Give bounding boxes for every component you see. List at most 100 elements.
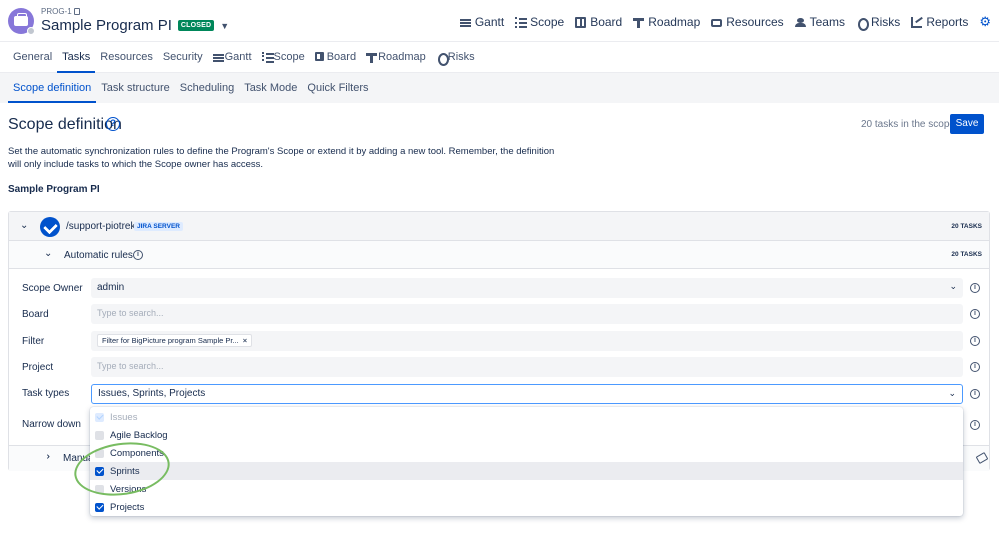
gantt-icon bbox=[459, 17, 471, 28]
task-types-value: Issues, Sprints, Projects bbox=[98, 388, 206, 399]
tab-task-structure[interactable]: Task structure bbox=[96, 73, 174, 103]
help-icon[interactable]: ? bbox=[106, 117, 120, 131]
roadmap-icon bbox=[366, 52, 378, 63]
info-icon[interactable]: i bbox=[970, 309, 980, 319]
filter-label: Filter bbox=[22, 336, 45, 347]
nav-label: Gantt bbox=[474, 15, 505, 29]
tab-tasks[interactable]: Tasks bbox=[57, 43, 96, 73]
status-badge: CLOSED bbox=[177, 20, 215, 31]
nav-roadmap[interactable]: Roadmap bbox=[633, 15, 700, 29]
chevron-down-icon[interactable]: ⌄ bbox=[44, 248, 52, 259]
section-title: Sample Program PI bbox=[8, 184, 100, 195]
narrow-down-label: Narrow down bbox=[22, 419, 81, 430]
info-icon[interactable]: i bbox=[970, 389, 980, 399]
program-title-text: Sample Program PI bbox=[41, 17, 172, 34]
nav-gantt[interactable]: Gantt bbox=[459, 15, 505, 29]
checkbox-icon bbox=[95, 412, 104, 422]
option-issues: Issues bbox=[90, 408, 963, 426]
tab-scheduling[interactable]: Scheduling bbox=[175, 73, 239, 103]
rules-tasks-count: 20 TASKS bbox=[951, 251, 982, 258]
chevron-right-icon[interactable]: ⌄ bbox=[42, 452, 53, 460]
option-label: Agile Backlog bbox=[110, 429, 168, 441]
top-bar: PROG-1 Sample Program PI CLOSED ▼ Gantt … bbox=[0, 0, 999, 42]
connection-row[interactable]: ⌄ /support-piotrek JIRA SERVER 20 TASKS bbox=[9, 212, 989, 241]
scope-owner-label: Scope Owner bbox=[22, 283, 83, 294]
scope-owner-value: admin bbox=[97, 282, 125, 293]
chevron-down-icon[interactable]: ▼ bbox=[220, 21, 229, 31]
nav-teams[interactable]: Teams bbox=[794, 15, 845, 29]
gear-icon[interactable]: ⚙ bbox=[979, 14, 991, 30]
tab-general[interactable]: General bbox=[8, 43, 57, 73]
save-button[interactable]: Save bbox=[950, 114, 984, 134]
reports-icon bbox=[911, 16, 923, 28]
task-count: 20 tasks in the scope bbox=[861, 119, 955, 130]
nav-label: Board bbox=[590, 15, 623, 29]
nav-label: Scope bbox=[530, 15, 565, 29]
checkbox-icon[interactable] bbox=[95, 448, 104, 458]
risks-icon bbox=[856, 17, 869, 31]
option-projects[interactable]: Projects bbox=[90, 498, 963, 516]
nav-resources[interactable]: Resources bbox=[711, 15, 784, 29]
option-label: Projects bbox=[110, 501, 145, 513]
project-input[interactable]: Type to search... bbox=[91, 357, 963, 377]
option-agile-backlog[interactable]: Agile Backlog bbox=[90, 426, 963, 444]
board-icon bbox=[575, 16, 587, 28]
automatic-rules-row[interactable]: ⌄ Automatic rules i 20 TASKS bbox=[9, 241, 989, 269]
page-title: Scope definition bbox=[8, 116, 122, 133]
task-types-select[interactable]: Issues, Sprints, Projects ⌄ bbox=[91, 384, 963, 404]
board-label: Board bbox=[22, 309, 49, 320]
task-types-dropdown: Issues Agile Backlog Components Sprints … bbox=[90, 407, 963, 516]
tab-task-mode[interactable]: Task Mode bbox=[239, 73, 302, 103]
info-icon[interactable]: i bbox=[970, 362, 980, 372]
resources-icon bbox=[711, 19, 723, 27]
info-icon[interactable]: i bbox=[970, 420, 980, 430]
option-sprints[interactable]: Sprints bbox=[90, 462, 963, 480]
scope-owner-select[interactable]: admin ⌄ bbox=[91, 278, 963, 298]
primary-tabs: General Tasks Resources Security Gantt S… bbox=[0, 43, 999, 73]
gantt-icon bbox=[212, 52, 224, 61]
checkbox-icon[interactable] bbox=[95, 502, 104, 512]
nav-label: Teams bbox=[809, 15, 845, 29]
option-versions[interactable]: Versions bbox=[90, 480, 963, 498]
eraser-icon[interactable] bbox=[975, 452, 989, 464]
tab-security[interactable]: Security bbox=[158, 43, 208, 73]
chevron-down-icon[interactable]: ⌄ bbox=[20, 220, 28, 231]
nav-risks[interactable]: Risks bbox=[856, 15, 900, 31]
checkbox-icon[interactable] bbox=[95, 466, 104, 476]
chevron-down-icon: ⌄ bbox=[948, 388, 956, 398]
info-icon[interactable]: i bbox=[133, 250, 143, 260]
roadmap-icon bbox=[633, 17, 645, 28]
task-types-label: Task types bbox=[22, 388, 70, 399]
tab-scope-definition[interactable]: Scope definition bbox=[8, 73, 97, 103]
tab-resources[interactable]: Resources bbox=[95, 43, 158, 73]
tab-scope[interactable]: Scope bbox=[257, 43, 310, 73]
chevron-down-icon: ⌄ bbox=[949, 281, 957, 291]
scope-icon bbox=[515, 16, 528, 28]
option-label: Components bbox=[110, 447, 164, 459]
tab-roadmap[interactable]: Roadmap bbox=[361, 43, 431, 73]
close-icon[interactable]: × bbox=[243, 336, 247, 345]
option-label: Sprints bbox=[110, 465, 140, 477]
top-nav: Gantt Scope Board Roadmap Resources Team… bbox=[459, 14, 991, 31]
nav-reports[interactable]: Reports bbox=[911, 15, 968, 29]
filter-input[interactable]: Filter for BigPicture program Sample Pr.… bbox=[91, 331, 963, 351]
tab-quick-filters[interactable]: Quick Filters bbox=[302, 73, 373, 103]
server-badge: JIRA SERVER bbox=[134, 222, 183, 231]
page-description: Set the automatic synchronization rules … bbox=[8, 146, 555, 170]
teams-icon bbox=[794, 17, 806, 28]
option-components[interactable]: Components bbox=[90, 444, 963, 462]
checkbox-icon[interactable] bbox=[95, 484, 104, 494]
tab-risks[interactable]: Risks bbox=[431, 43, 480, 73]
program-title[interactable]: Sample Program PI CLOSED ▼ bbox=[41, 17, 229, 34]
tab-board[interactable]: Board bbox=[310, 43, 361, 73]
info-icon[interactable]: i bbox=[970, 283, 980, 293]
nav-scope[interactable]: Scope bbox=[515, 15, 564, 29]
copy-icon[interactable] bbox=[73, 8, 80, 15]
checkbox-icon[interactable] bbox=[95, 430, 104, 440]
nav-label: Reports bbox=[926, 15, 969, 29]
nav-board[interactable]: Board bbox=[575, 15, 622, 29]
board-input[interactable]: Type to search... bbox=[91, 304, 963, 324]
tab-gantt[interactable]: Gantt bbox=[208, 43, 257, 73]
option-label: Issues bbox=[110, 411, 138, 423]
info-icon[interactable]: i bbox=[970, 336, 980, 346]
